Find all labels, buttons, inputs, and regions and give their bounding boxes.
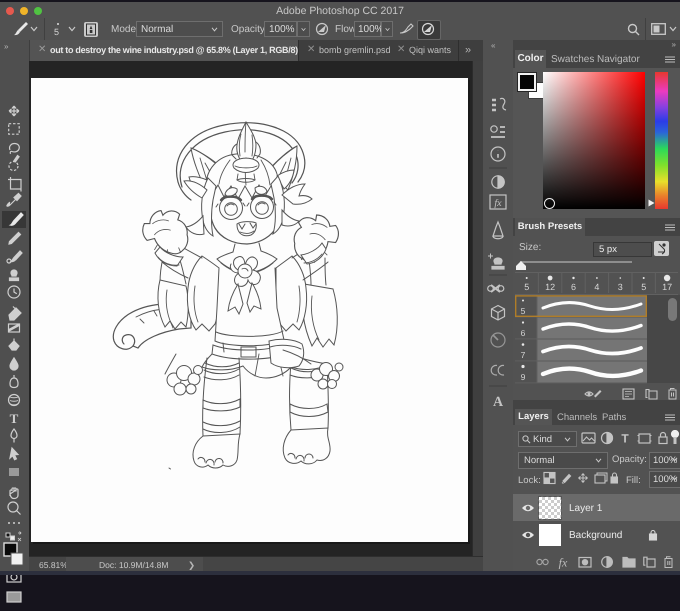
svg-text:17: 17 (662, 282, 672, 292)
svg-text:5: 5 (641, 282, 646, 292)
svg-text:A: A (493, 395, 504, 410)
svg-text:7: 7 (521, 350, 526, 360)
svg-text:4: 4 (594, 282, 599, 292)
svg-text:5: 5 (521, 306, 526, 316)
svg-text:T: T (10, 411, 19, 426)
svg-text:5: 5 (524, 282, 529, 292)
svg-text:6: 6 (521, 328, 526, 338)
svg-text:T: T (621, 432, 629, 446)
svg-text:fx: fx (494, 198, 502, 209)
svg-text:12: 12 (545, 282, 555, 292)
svg-text:6: 6 (571, 282, 576, 292)
svg-text:9: 9 (521, 372, 526, 382)
svg-text:fx: fx (559, 556, 568, 570)
svg-text:3: 3 (618, 282, 623, 292)
